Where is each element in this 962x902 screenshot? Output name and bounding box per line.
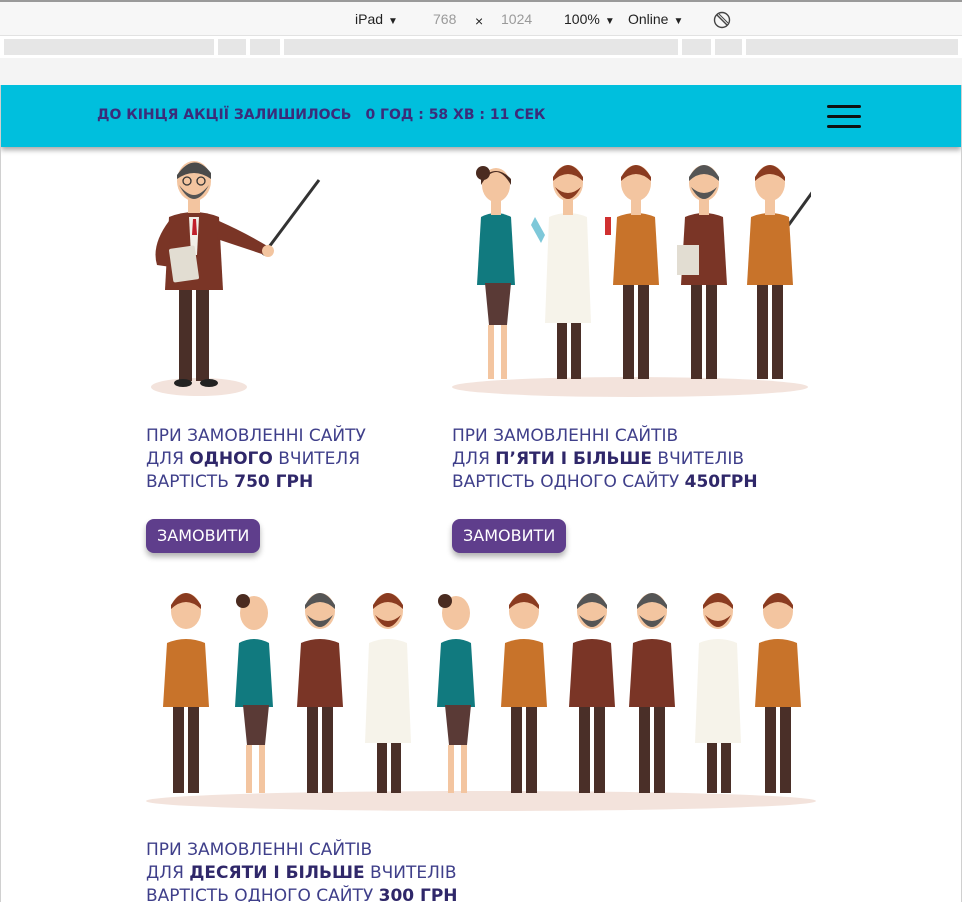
offer-price-line: ВАРТІСТЬ ОДНОГО САЙТУ 450ГРН [452, 471, 758, 494]
ruler-gap [0, 58, 962, 85]
zoom-label: 100% [564, 11, 600, 27]
offer-line: ПРИ ЗАМОВЛЕННІ САЙТУ [146, 426, 366, 446]
media-query-segment[interactable] [4, 39, 214, 55]
menu-icon[interactable] [827, 105, 861, 129]
media-query-segment[interactable] [284, 39, 678, 55]
media-query-segment[interactable] [715, 39, 742, 55]
offer-line: ДЛЯ ОДНОГО ВЧИТЕЛЯ [146, 448, 366, 471]
offer-highlight: П’ЯТИ І БІЛЬШЕ [495, 449, 653, 469]
teachers-group-illustration [452, 165, 811, 397]
single-teacher-illustration [141, 155, 331, 403]
zoom-select[interactable]: 100% ▼ [564, 11, 615, 27]
network-select[interactable]: Online ▼ [628, 11, 683, 27]
offer-highlight: ОДНОГО [189, 449, 273, 469]
chevron-down-icon: ▼ [388, 16, 398, 27]
promo-bar: ДО КІНЦЯ АКЦІЇ ЗАЛИШИЛОСЬ 0 ГОД : 58 ХВ :… [1, 85, 961, 147]
device-viewport: ДО КІНЦЯ АКЦІЇ ЗАЛИШИЛОСЬ 0 ГОД : 58 ХВ :… [0, 85, 962, 902]
offer-line: ПРИ ЗАМОВЛЕННІ САЙТІВ [452, 426, 679, 446]
media-query-segment[interactable] [250, 39, 280, 55]
offer-text: ВАРТІСТЬ ОДНОГО САЙТУ [452, 472, 685, 492]
media-query-segment[interactable] [682, 39, 711, 55]
offer-line: ДЛЯ П’ЯТИ І БІЛЬШЕ ВЧИТЕЛІВ [452, 448, 758, 471]
offer-highlight: ДЕСЯТИ І БІЛЬШЕ [189, 863, 365, 883]
offer-price: 450ГРН [684, 472, 758, 492]
rotate-icon[interactable] [713, 11, 731, 29]
order-button[interactable]: ЗАМОВИТИ [146, 519, 261, 553]
offer-line: ДЛЯ ДЕСЯТИ І БІЛЬШЕ ВЧИТЕЛІВ [146, 862, 458, 885]
times-icon: × [475, 13, 484, 29]
offer-text: ВАРТІСТЬ ОДНОГО САЙТУ [146, 886, 379, 902]
teachers-large-group-illustration [146, 593, 816, 811]
height-input[interactable]: 1024 [501, 11, 532, 27]
five-teachers-illustration [449, 155, 811, 403]
offer-price: 300 ГРН [378, 886, 458, 902]
device-select[interactable]: iPad ▼ [355, 11, 398, 27]
offer-line: ПРИ ЗАМОВЛЕННІ САЙТІВ [146, 840, 373, 860]
offer-five-text: ПРИ ЗАМОВЛЕННІ САЙТІВ ДЛЯ П’ЯТИ І БІЛЬШЕ… [452, 425, 758, 494]
offer-text: ВЧИТЕЛІВ [652, 449, 745, 469]
device-toolbar: iPad ▼ 768 × 1024 100% ▼ Online ▼ [0, 0, 962, 36]
promo-label: ДО КІНЦЯ АКЦІЇ ЗАЛИШИЛОСЬ [97, 107, 352, 123]
media-query-segment[interactable] [746, 39, 958, 55]
device-label: iPad [355, 11, 384, 27]
teacher-with-pointer-illustration [151, 161, 321, 396]
order-button[interactable]: ЗАМОВИТИ [452, 519, 567, 553]
chevron-down-icon: ▼ [604, 16, 615, 27]
offer-ten-text: ПРИ ЗАМОВЛЕННІ САЙТІВ ДЛЯ ДЕСЯТИ І БІЛЬШ… [146, 839, 458, 902]
network-label: Online [628, 11, 669, 27]
media-query-segment[interactable] [218, 39, 246, 55]
offer-text: ДЛЯ [146, 449, 190, 469]
offer-text: ДЛЯ [452, 449, 496, 469]
offer-price-line: ВАРТІСТЬ 750 ГРН [146, 471, 366, 494]
offer-single-text: ПРИ ЗАМОВЛЕННІ САЙТУ ДЛЯ ОДНОГО ВЧИТЕЛЯ … [146, 425, 366, 494]
offer-text: ВЧИТЕЛЯ [272, 449, 361, 469]
chevron-down-icon: ▼ [673, 16, 684, 27]
offer-price: 750 ГРН [234, 472, 314, 492]
width-input[interactable]: 768 [433, 11, 456, 27]
offer-text: ВЧИТЕЛІВ [364, 863, 457, 883]
offer-text: ВАРТІСТЬ [146, 472, 235, 492]
promo-countdown: ДО КІНЦЯ АКЦІЇ ЗАЛИШИЛОСЬ 0 ГОД : 58 ХВ :… [97, 107, 546, 123]
countdown-timer: 0 ГОД : 58 ХВ : 11 СЕК [365, 107, 546, 123]
offer-price-line: ВАРТІСТЬ ОДНОГО САЙТУ 300 ГРН [146, 885, 458, 902]
media-query-bar[interactable] [0, 36, 962, 58]
ten-teachers-illustration [141, 585, 821, 815]
offer-text: ДЛЯ [146, 863, 190, 883]
